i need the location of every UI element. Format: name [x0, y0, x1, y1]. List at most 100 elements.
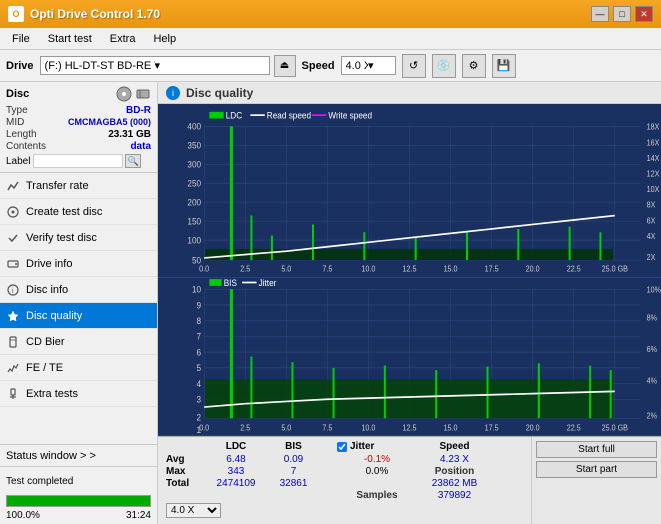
svg-text:25.0 GB: 25.0 GB: [602, 423, 628, 432]
svg-text:2%: 2%: [647, 411, 658, 420]
cd-bier-icon: [6, 335, 20, 349]
svg-text:Jitter: Jitter: [259, 278, 277, 288]
svg-text:7: 7: [197, 331, 202, 341]
svg-text:6X: 6X: [647, 216, 656, 225]
main-area: Disc Type BD-R MID CMCMAGBA5 (000): [0, 82, 661, 524]
svg-text:5.0: 5.0: [281, 264, 291, 273]
svg-text:350: 350: [187, 140, 201, 150]
start-full-button[interactable]: Start full: [536, 441, 657, 458]
max-ldc: 343: [206, 466, 266, 477]
svg-text:18X: 18X: [647, 122, 660, 131]
progress-bar-inner: [7, 496, 150, 506]
svg-text:4: 4: [197, 378, 202, 388]
sidebar-item-fe-te[interactable]: FE / TE: [0, 355, 157, 381]
svg-text:150: 150: [187, 216, 201, 226]
status-window-button[interactable]: Status window > >: [0, 445, 157, 467]
samples-val: 379892: [417, 490, 492, 501]
svg-text:12.5: 12.5: [403, 264, 417, 273]
fe-te-icon: [6, 361, 20, 375]
dropdown-arrow: ▾: [155, 59, 265, 72]
label-input[interactable]: [33, 154, 123, 168]
max-jitter: 0.0%: [337, 466, 417, 477]
svg-text:2X: 2X: [647, 253, 656, 262]
svg-text:2.5: 2.5: [240, 423, 250, 432]
svg-text:22.5: 22.5: [567, 423, 581, 432]
disc-quality-icon: [6, 309, 20, 323]
refresh-button[interactable]: ↺: [402, 54, 426, 78]
status-completed-text: Test completed: [6, 476, 73, 487]
app-icon: O: [8, 6, 24, 22]
disc-button[interactable]: 💿: [432, 54, 456, 78]
avg-speed: 4.23 X: [417, 454, 492, 465]
avg-ldc: 6.48: [206, 454, 266, 465]
sidebar-item-cd-bier[interactable]: CD Bier: [0, 329, 157, 355]
sidebar-item-disc-quality[interactable]: Disc quality: [0, 303, 157, 329]
svg-text:i: i: [12, 288, 14, 295]
stats-bottom-area: LDC BIS Jitter Speed Avg 6.48 0.09 -0.1%: [158, 436, 661, 524]
start-part-button[interactable]: Start part: [536, 461, 657, 478]
col-bis-header: BIS: [266, 441, 321, 452]
eject-button[interactable]: ⏏: [274, 55, 296, 77]
toolbar: Drive (F:) HL-DT-ST BD-RE WH16NS58 TST4 …: [0, 50, 661, 82]
progress-bar-outer: [6, 495, 151, 507]
disc-info-label: Disc info: [26, 284, 68, 296]
sidebar-item-create-test-disc[interactable]: Create test disc: [0, 199, 157, 225]
svg-text:15.0: 15.0: [444, 264, 458, 273]
disc-quality-label: Disc quality: [26, 310, 82, 322]
save-button[interactable]: 💾: [492, 54, 516, 78]
col-spacer: [321, 441, 337, 452]
svg-text:200: 200: [187, 197, 201, 207]
svg-text:3: 3: [197, 394, 202, 404]
svg-text:BIS: BIS: [224, 278, 237, 288]
maximize-button[interactable]: □: [613, 6, 631, 22]
total-ldc: 2474109: [206, 478, 266, 489]
svg-text:15.0: 15.0: [444, 423, 458, 432]
menu-extra[interactable]: Extra: [102, 31, 144, 47]
menu-file[interactable]: File: [4, 31, 38, 47]
label-search-button[interactable]: 🔍: [125, 154, 141, 168]
speed-select-stats[interactable]: 4.0 X 2.0 X 1.0 X: [166, 503, 221, 518]
extra-tests-label: Extra tests: [26, 388, 78, 400]
minimize-button[interactable]: —: [591, 6, 609, 22]
create-test-disc-icon: [6, 205, 20, 219]
ldc-chart-svg: 400 350 300 250 200 150 100 50 18X 16X 1…: [158, 104, 661, 277]
svg-text:10.0: 10.0: [361, 264, 375, 273]
col-empty: [166, 441, 206, 452]
total-bis: 32861: [266, 478, 321, 489]
title-bar: O Opti Drive Control 1.70 — □ ✕: [0, 0, 661, 28]
sidebar-item-verify-test-disc[interactable]: Verify test disc: [0, 225, 157, 251]
jitter-checkbox[interactable]: [337, 442, 347, 452]
max-bis: 7: [266, 466, 321, 477]
speed-dropdown[interactable]: 4.0 X ▾: [341, 56, 396, 75]
type-value: BD-R: [126, 105, 151, 116]
disc-panel: Disc Type BD-R MID CMCMAGBA5 (000): [0, 82, 157, 173]
svg-text:2: 2: [197, 412, 202, 422]
svg-text:22.5: 22.5: [567, 264, 581, 273]
sidebar-item-disc-info[interactable]: i Disc info: [0, 277, 157, 303]
col-jitter-header: Jitter: [337, 441, 417, 452]
svg-text:100: 100: [187, 235, 201, 245]
svg-text:0.0: 0.0: [199, 423, 209, 432]
create-test-disc-label: Create test disc: [26, 206, 102, 218]
menu-help[interactable]: Help: [145, 31, 184, 47]
disc-quality-header: i Disc quality: [158, 82, 661, 104]
drive-info-label: Drive info: [26, 258, 72, 270]
progress-percent: 100.0%: [6, 510, 40, 521]
sidebar: Disc Type BD-R MID CMCMAGBA5 (000): [0, 82, 158, 524]
sidebar-item-transfer-rate[interactable]: Transfer rate: [0, 173, 157, 199]
mid-label: MID: [6, 117, 24, 128]
progress-container: [0, 495, 157, 510]
svg-text:300: 300: [187, 159, 201, 169]
menu-start-test[interactable]: Start test: [40, 31, 100, 47]
sidebar-item-extra-tests[interactable]: Extra tests: [0, 381, 157, 407]
close-button[interactable]: ✕: [635, 6, 653, 22]
sidebar-item-drive-info[interactable]: Drive info: [0, 251, 157, 277]
speed-label: Speed: [302, 60, 335, 72]
transfer-rate-icon: [6, 179, 20, 193]
svg-text:0.0: 0.0: [199, 264, 209, 273]
drive-dropdown[interactable]: (F:) HL-DT-ST BD-RE WH16NS58 TST4 ▾: [40, 56, 270, 75]
settings-button[interactable]: ⚙: [462, 54, 486, 78]
svg-text:12X: 12X: [647, 169, 660, 178]
svg-text:12.5: 12.5: [403, 423, 417, 432]
stats-right-panel: Start full Start part: [531, 437, 661, 524]
